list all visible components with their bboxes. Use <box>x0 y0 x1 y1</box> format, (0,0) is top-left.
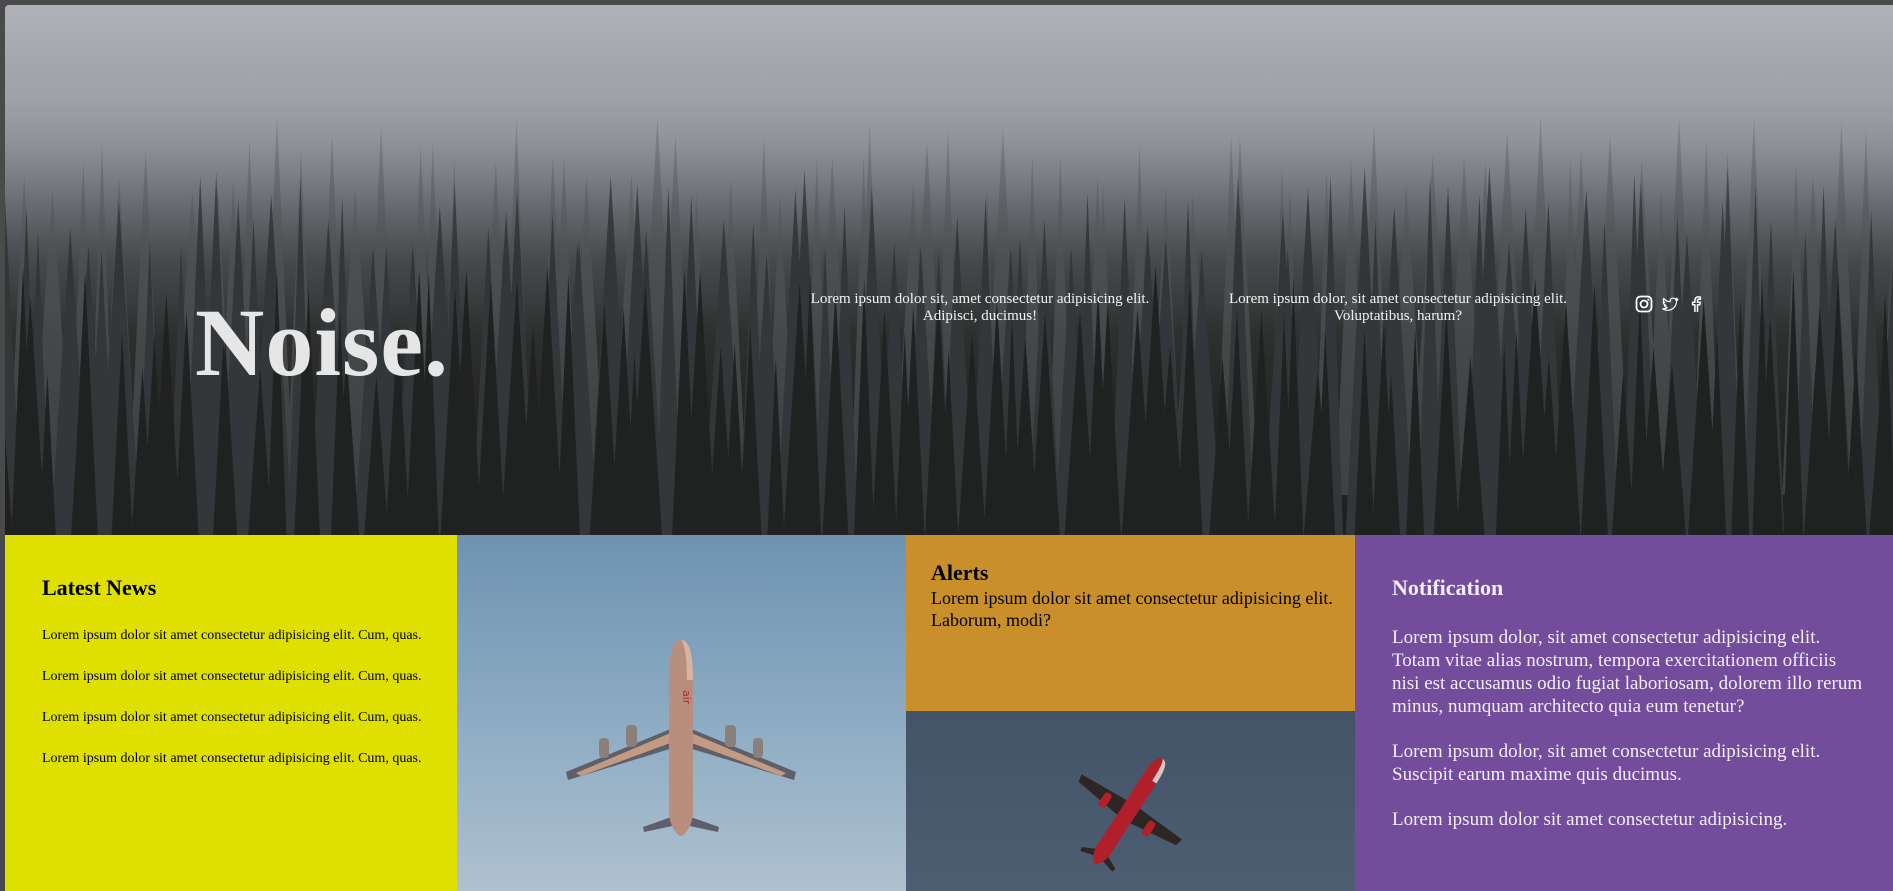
hero-text-two: Lorem ipsum dolor, sit amet consectetur … <box>1228 291 1568 324</box>
news-item: Lorem ipsum dolor sit amet consectetur a… <box>42 669 422 684</box>
instagram-icon[interactable] <box>1635 295 1653 313</box>
page: Noise. Lorem ipsum dolor sit, amet conse… <box>5 5 1893 891</box>
airplane-photo-one: air <box>457 535 906 891</box>
notification-paragraph: Lorem ipsum dolor sit amet consectetur a… <box>1392 809 1788 830</box>
hero-text-one: Lorem ipsum dolor sit, amet consectetur … <box>810 291 1150 324</box>
latest-news-title: Latest News <box>42 575 157 600</box>
notification-paragraph: Lorem ipsum dolor, sit amet consectetur … <box>1392 741 1821 785</box>
facebook-icon[interactable] <box>1687 295 1705 313</box>
latest-news-panel: Latest News Lorem ipsum dolor sit amet c… <box>5 535 457 891</box>
news-list: Lorem ipsum dolor sit amet consectetur a… <box>42 627 432 791</box>
alerts-text: Lorem ipsum dolor sit amet consectetur a… <box>931 588 1333 630</box>
social-links <box>1635 295 1705 313</box>
airplane-photo-two <box>906 711 1355 891</box>
alerts-title: Alerts <box>931 560 989 585</box>
news-item: Lorem ipsum dolor sit amet consectetur a… <box>42 628 422 643</box>
notification-panel: Notification Lorem ipsum dolor, sit amet… <box>1355 535 1893 891</box>
hero-section: Noise. Lorem ipsum dolor sit, amet conse… <box>5 5 1893 535</box>
twitter-icon[interactable] <box>1661 295 1679 313</box>
airplane-image <box>1078 758 1183 872</box>
notification-title: Notification <box>1392 575 1504 600</box>
notification-body: Lorem ipsum dolor, sit amet consectetur … <box>1392 626 1867 853</box>
news-item: Lorem ipsum dolor sit amet consectetur a… <box>42 710 422 725</box>
brand-logo: Noise. <box>195 289 449 396</box>
news-item: Lorem ipsum dolor sit amet consectetur a… <box>42 751 422 766</box>
airplane-image: air <box>566 640 796 836</box>
notification-paragraph: Lorem ipsum dolor, sit amet consectetur … <box>1392 627 1863 717</box>
svg-text:air: air <box>680 690 693 705</box>
alerts-panel: Alerts Lorem ipsum dolor sit amet consec… <box>906 535 1355 711</box>
forest-background-image <box>5 5 1893 535</box>
